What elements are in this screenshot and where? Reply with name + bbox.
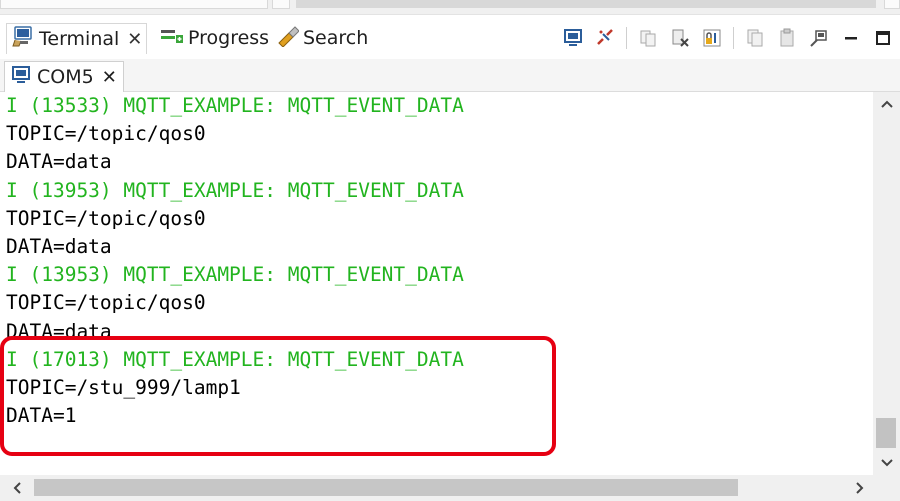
log-line: DATA=data [6, 150, 112, 174]
copy-disabled-icon[interactable] [637, 27, 659, 49]
vertical-scroll-thumb[interactable] [876, 418, 896, 448]
highlight-box [0, 336, 556, 456]
horizontal-scroll-thumb[interactable] [34, 479, 738, 496]
log-info-line: I (13953) MQTT_EXAMPLE: MQTT_EVENT_DATA [6, 178, 464, 202]
remove-terminal-icon[interactable] [669, 27, 691, 49]
tab-progress[interactable]: Progress [160, 23, 269, 53]
paste-icon[interactable] [776, 27, 798, 49]
tab-search[interactable]: Search [275, 23, 368, 53]
scroll-right-icon[interactable] [847, 475, 873, 501]
pin-console-icon[interactable] [808, 27, 830, 49]
tab-progress-label: Progress [188, 27, 270, 49]
scroll-lock-icon[interactable] [701, 27, 723, 49]
top-strip-scrollbar[interactable] [296, 0, 876, 8]
display-selected-console-icon[interactable] [562, 27, 584, 49]
scroll-up-icon[interactable] [873, 92, 900, 116]
tab-com5-label: COM5 [37, 66, 94, 88]
log-info-line: I (13533) MQTT_EXAMPLE: MQTT_EVENT_DATA [6, 94, 464, 117]
tab-com5[interactable]: COM5 ✕ [4, 61, 124, 92]
console-icon [11, 65, 31, 90]
toolbar-separator [626, 27, 627, 49]
tab-terminal[interactable]: Terminal ✕ [6, 23, 148, 54]
scrollbar-corner [873, 475, 900, 501]
vertical-scrollbar[interactable] [873, 92, 900, 475]
log-line: TOPIC=/topic/qos0 [6, 291, 206, 315]
terminal-icon [11, 25, 35, 53]
log-line: TOPIC=/topic/qos0 [6, 122, 206, 146]
horizontal-scrollbar[interactable] [0, 475, 873, 501]
close-icon[interactable]: ✕ [127, 29, 142, 50]
view-toolbar [562, 23, 894, 53]
tab-search-label: Search [303, 27, 369, 49]
maximize-icon[interactable] [872, 27, 894, 49]
disconnect-icon[interactable] [594, 27, 616, 49]
toolbar-separator [733, 27, 734, 49]
log-info-line: I (13953) MQTT_EXAMPLE: MQTT_EVENT_DATA [6, 263, 464, 287]
close-icon[interactable]: ✕ [102, 67, 117, 88]
log-line: DATA=data [6, 234, 112, 258]
top-strip-segment [884, 0, 900, 9]
scroll-left-icon[interactable] [4, 475, 30, 501]
minimize-icon[interactable] [840, 27, 862, 49]
copy-icon[interactable] [744, 27, 766, 49]
top-strip-segment [0, 0, 268, 9]
tab-terminal-label: Terminal [39, 28, 120, 50]
console-tab-bar: COM5 ✕ [0, 59, 900, 92]
scroll-down-icon[interactable] [873, 451, 900, 475]
top-strip [0, 0, 900, 15]
log-line: TOPIC=/topic/qos0 [6, 206, 206, 230]
top-strip-segment [272, 0, 290, 9]
progress-icon [160, 26, 184, 51]
view-tab-bar: Terminal ✕ Progress Search [0, 15, 900, 59]
search-flashlight-icon [275, 25, 300, 52]
